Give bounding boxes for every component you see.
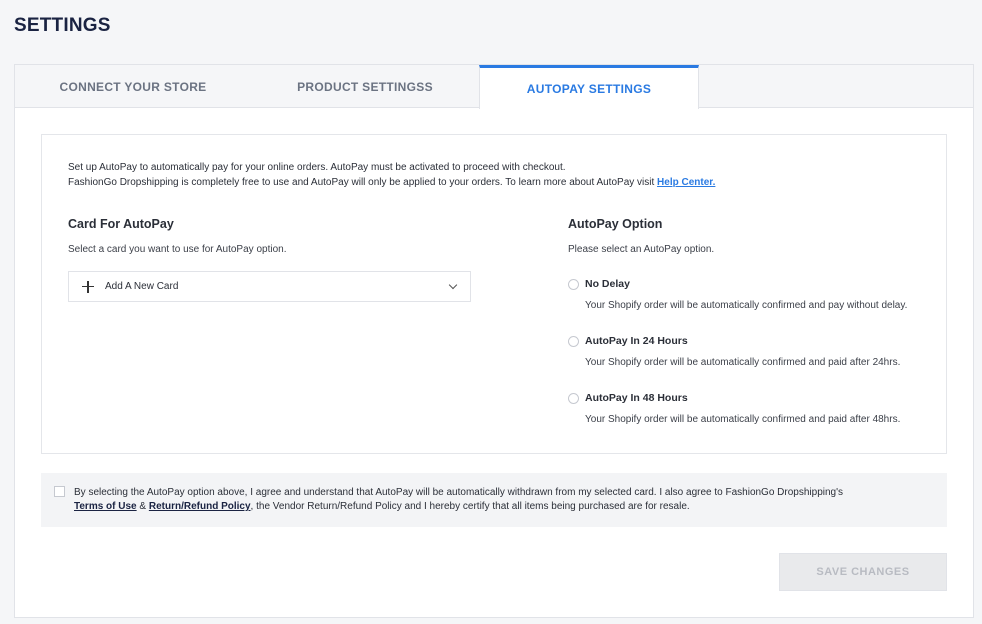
- card-subtext: Select a card you want to use for AutoPa…: [68, 244, 287, 255]
- help-center-link[interactable]: Help Center.: [657, 177, 715, 188]
- page-title: SETTINGS: [14, 15, 111, 36]
- tab-connect-store[interactable]: CONNECT YOUR STORE: [35, 65, 231, 108]
- option-desc: Your Shopify order will be automatically…: [585, 300, 908, 311]
- save-changes-button[interactable]: SAVE CHANGES: [779, 553, 947, 591]
- intro-line-1: Set up AutoPay to automatically pay for …: [68, 162, 566, 173]
- chevron-down-icon: [448, 280, 458, 290]
- settings-panel: CONNECT YOUR STORE PRODUCT SETTINGSS AUT…: [14, 64, 974, 618]
- radio-24-hours[interactable]: [568, 336, 579, 347]
- refund-policy-link[interactable]: Return/Refund Policy: [149, 501, 251, 512]
- agreement-text: By selecting the AutoPay option above, I…: [74, 486, 934, 514]
- autopay-section: Set up AutoPay to automatically pay for …: [41, 134, 947, 454]
- plus-icon: [81, 280, 95, 294]
- option-title: No Delay: [585, 278, 630, 290]
- tab-autopay-settings[interactable]: AUTOPAY SETTINGS: [479, 65, 699, 109]
- agreement-box: By selecting the AutoPay option above, I…: [41, 473, 947, 527]
- autopay-subtext: Please select an AutoPay option.: [568, 244, 715, 255]
- agreement-text-1: By selecting the AutoPay option above, I…: [74, 487, 844, 498]
- agreement-checkbox[interactable]: [54, 486, 65, 497]
- intro-line-2: FashionGo Dropshipping is completely fre…: [68, 175, 928, 190]
- agreement-amp: &: [139, 501, 147, 512]
- tab-bar: CONNECT YOUR STORE PRODUCT SETTINGSS AUT…: [15, 65, 973, 109]
- option-desc: Your Shopify order will be automatically…: [585, 414, 901, 425]
- radio-48-hours[interactable]: [568, 393, 579, 404]
- autopay-heading: AutoPay Option: [568, 217, 663, 231]
- intro-text: Set up AutoPay to automatically pay for …: [68, 160, 928, 190]
- tab-product-settings[interactable]: PRODUCT SETTINGSS: [265, 65, 465, 108]
- option-title: AutoPay In 24 Hours: [585, 335, 688, 347]
- option-desc: Your Shopify order will be automatically…: [585, 357, 901, 368]
- card-select-label: Add A New Card: [105, 281, 179, 292]
- card-select[interactable]: Add A New Card: [68, 271, 471, 302]
- radio-no-delay[interactable]: [568, 279, 579, 290]
- card-heading: Card For AutoPay: [68, 217, 174, 231]
- option-title: AutoPay In 48 Hours: [585, 392, 688, 404]
- agreement-text-2: , the Vendor Return/Refund Policy and I …: [250, 501, 690, 512]
- intro-line-2-text: FashionGo Dropshipping is completely fre…: [68, 177, 655, 188]
- terms-of-use-link[interactable]: Terms of Use: [74, 501, 137, 512]
